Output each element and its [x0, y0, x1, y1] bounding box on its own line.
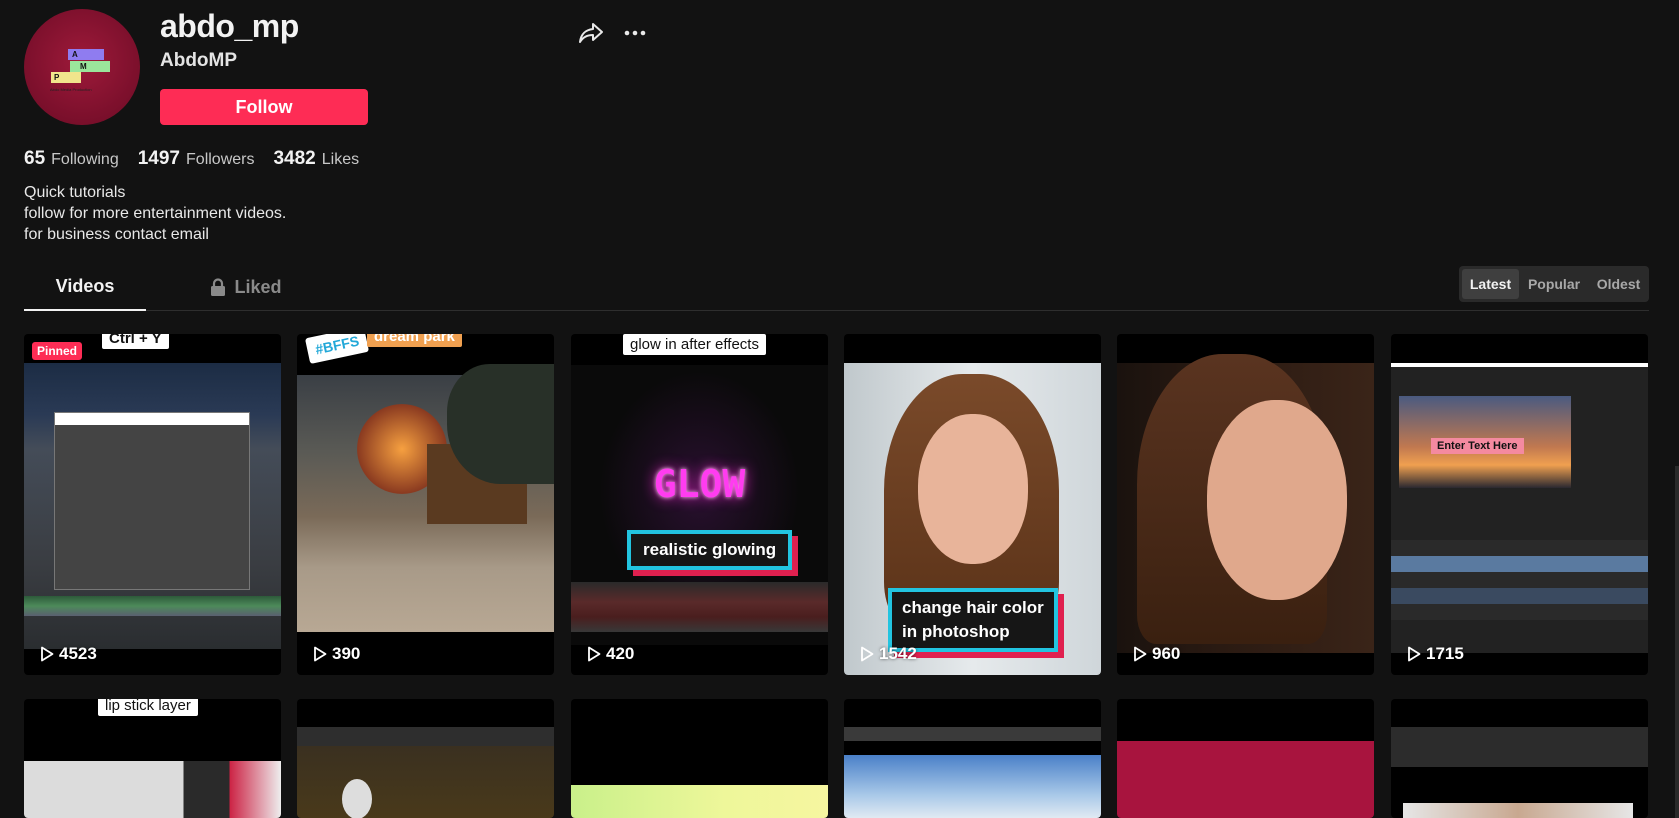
- video-card[interactable]: 960: [1117, 334, 1374, 675]
- caption-line: in photoshop: [902, 622, 1010, 641]
- view-count: 4523: [40, 644, 97, 664]
- view-count: 1542: [860, 644, 917, 664]
- profile-bio: Quick tutorials follow for more entertai…: [24, 182, 286, 245]
- stat-label: Following: [51, 151, 119, 168]
- video-card[interactable]: [1391, 699, 1648, 818]
- profile-stats: 65 Following 1497 Followers 3482 Likes: [24, 148, 359, 170]
- bio-line: follow for more entertainment videos.: [24, 205, 287, 222]
- avatar-letter: M: [80, 62, 87, 71]
- pinned-badge: Pinned: [32, 342, 83, 360]
- dialog-thumbnail-detail: [54, 412, 250, 590]
- bio-line: Quick tutorials: [24, 184, 126, 201]
- avatar-logo-block: [70, 61, 110, 72]
- play-icon: [1408, 646, 1421, 662]
- stat-followers[interactable]: 1497 Followers: [138, 148, 255, 170]
- profile-handle: abdo_mp: [160, 8, 299, 44]
- play-icon: [588, 646, 601, 662]
- video-thumbnail: [1117, 741, 1374, 818]
- glow-overlay-text: GLOW: [653, 462, 746, 506]
- video-tag: #BFFS: [304, 334, 370, 364]
- video-thumbnail: [24, 761, 281, 818]
- video-thumbnail: [297, 727, 554, 818]
- timeline-thumbnail-detail: [24, 596, 281, 616]
- play-icon: [41, 646, 54, 662]
- stat-value: 1497: [137, 148, 181, 169]
- play-icon: [861, 646, 874, 662]
- video-caption: dream park: [367, 334, 462, 347]
- view-count-value: 390: [332, 644, 361, 663]
- profile-tabs: Videos Liked: [24, 263, 1649, 311]
- thumbnail-detail: [342, 779, 372, 818]
- video-card[interactable]: #BFFS dream park 390: [297, 334, 554, 675]
- play-icon: [1134, 646, 1147, 662]
- view-count-value: 1715: [1426, 644, 1464, 663]
- thumbnail-detail: [447, 364, 554, 484]
- video-thumbnail: [844, 755, 1101, 818]
- video-thumbnail: [1403, 803, 1633, 818]
- tab-videos[interactable]: Videos: [24, 263, 146, 311]
- tab-liked[interactable]: Liked: [176, 263, 316, 311]
- view-count: 960: [1133, 644, 1180, 664]
- video-caption: lip stick layer: [98, 699, 198, 716]
- toolbar-thumbnail-detail: [1391, 727, 1648, 767]
- page-scrollbar[interactable]: [1675, 466, 1679, 818]
- play-icon: [314, 646, 327, 662]
- sort-latest-button[interactable]: Latest: [1462, 269, 1519, 299]
- profile-nickname: AbdoMP: [160, 50, 238, 71]
- view-count-value: 420: [606, 644, 635, 663]
- video-caption: glow in after effects: [623, 334, 766, 355]
- follow-button[interactable]: Follow: [160, 89, 368, 125]
- thumbnail-detail: [1207, 400, 1347, 600]
- video-card[interactable]: change hair color in photoshop 1542: [844, 334, 1101, 675]
- profile-avatar[interactable]: A M P Abdo Media Production: [24, 9, 140, 125]
- video-card[interactable]: lip stick layer: [24, 699, 281, 818]
- avatar-letter: P: [54, 73, 60, 82]
- thumbnail-detail: [1391, 363, 1648, 367]
- video-card[interactable]: Pinned Ctrl + Y 4523: [24, 334, 281, 675]
- view-count: 390: [313, 644, 360, 664]
- stat-label: Likes: [321, 151, 360, 168]
- more-options-icon[interactable]: [622, 21, 648, 45]
- video-thumbnail: [571, 785, 828, 818]
- video-card[interactable]: Enter Text Here 1715: [1391, 334, 1648, 675]
- video-card[interactable]: [1117, 699, 1374, 818]
- view-count: 420: [587, 644, 634, 664]
- video-card[interactable]: [844, 699, 1101, 818]
- share-icon[interactable]: [578, 21, 604, 45]
- video-big-caption: realistic glowing: [627, 530, 793, 570]
- timeline-thumbnail-detail: [571, 582, 828, 632]
- sort-selector: Latest Popular Oldest: [1459, 266, 1649, 302]
- caption-line: change hair color: [902, 598, 1044, 617]
- stat-value: 3482: [273, 148, 316, 169]
- view-count-value: 4523: [59, 644, 97, 663]
- stat-value: 65: [24, 148, 46, 169]
- lock-icon: [211, 278, 226, 296]
- avatar-caption: Abdo Media Production: [50, 87, 92, 92]
- video-card[interactable]: GLOW realistic glowing glow in after eff…: [571, 334, 828, 675]
- video-caption: Ctrl + Y: [102, 334, 169, 349]
- video-big-caption: change hair color in photoshop: [888, 588, 1058, 652]
- bio-line: for business contact email: [24, 226, 209, 243]
- stat-likes: 3482 Likes: [273, 148, 359, 170]
- timeline-thumbnail-detail: [1391, 540, 1648, 620]
- video-card[interactable]: [571, 699, 828, 818]
- stat-label: Followers: [186, 151, 255, 168]
- video-card[interactable]: [297, 699, 554, 818]
- tab-liked-label: Liked: [234, 276, 282, 297]
- thumbnail-detail: [918, 414, 1028, 564]
- view-count-value: 960: [1152, 644, 1181, 663]
- toolbar-thumbnail-detail: [844, 727, 1101, 741]
- view-count-value: 1542: [879, 644, 917, 663]
- view-count: 1715: [1407, 644, 1464, 664]
- sort-oldest-button[interactable]: Oldest: [1589, 269, 1648, 299]
- sort-popular-button[interactable]: Popular: [1521, 269, 1587, 299]
- avatar-letter: A: [72, 50, 78, 59]
- thumbnail-overlay-text: Enter Text Here: [1431, 438, 1524, 454]
- stat-following[interactable]: 65 Following: [24, 148, 119, 170]
